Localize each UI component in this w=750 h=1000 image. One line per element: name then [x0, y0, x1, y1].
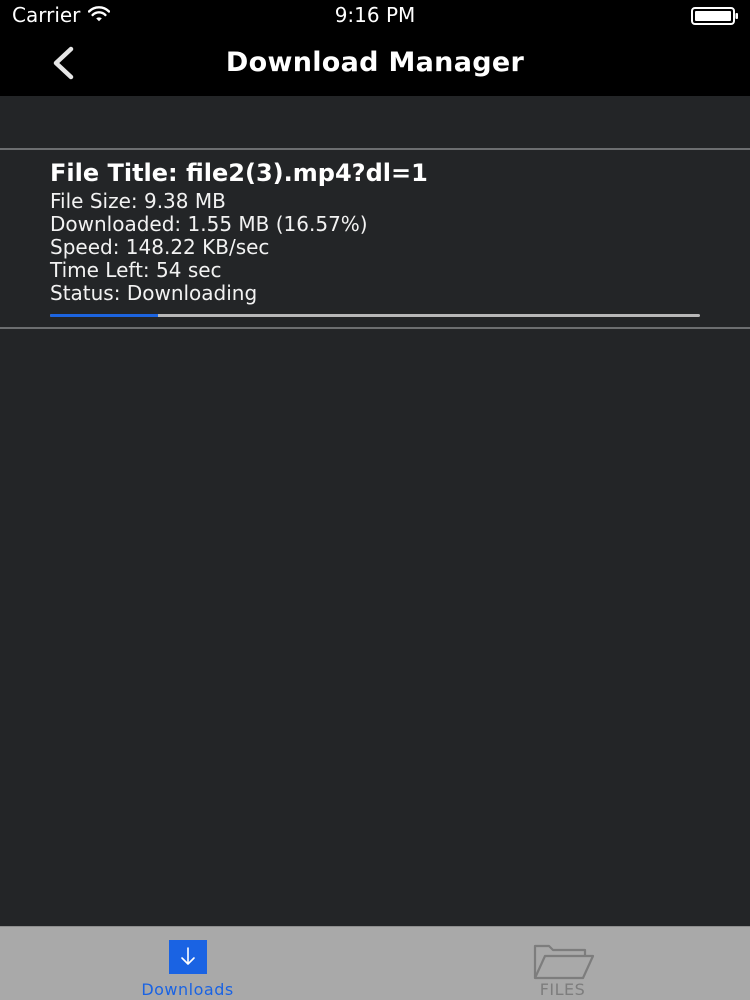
file-size: File Size: 9.38 MB [50, 189, 226, 213]
download-status: Status: Downloading [50, 281, 258, 305]
tab-files-label: FILES [539, 980, 586, 999]
downloaded-amount: Downloaded: 1.55 MB (16.57%) [50, 212, 368, 236]
battery-full-icon [691, 7, 739, 29]
download-speed: Speed: 148.22 KB/sec [50, 235, 270, 259]
tab-downloads-label: Downloads [141, 980, 234, 999]
page-title: Download Manager [225, 47, 525, 78]
download-manager-screen: Carrier 9:16 PM Download Manager File Ti… [0, 0, 750, 1000]
divider [0, 327, 750, 329]
tab-files[interactable]: FILES [375, 927, 750, 1000]
folder-icon [529, 939, 597, 985]
download-progress-bar [50, 314, 700, 317]
tab-bar: Downloads FILES [0, 926, 750, 1000]
status-time: 9:16 PM [334, 3, 416, 27]
time-left: Time Left: 54 sec [50, 258, 222, 282]
tab-downloads[interactable]: Downloads [0, 927, 375, 1000]
file-title: File Title: file2(3).mp4?dl=1 [50, 159, 428, 187]
download-progress-fill [50, 314, 158, 317]
status-bar: Carrier 9:16 PM [0, 0, 750, 30]
download-list-item[interactable]: File Title: file2(3).mp4?dl=1 File Size:… [0, 150, 750, 327]
download-arrow-icon [168, 939, 208, 981]
navigation-bar: Download Manager [0, 30, 750, 96]
list-header-spacer [0, 96, 750, 148]
